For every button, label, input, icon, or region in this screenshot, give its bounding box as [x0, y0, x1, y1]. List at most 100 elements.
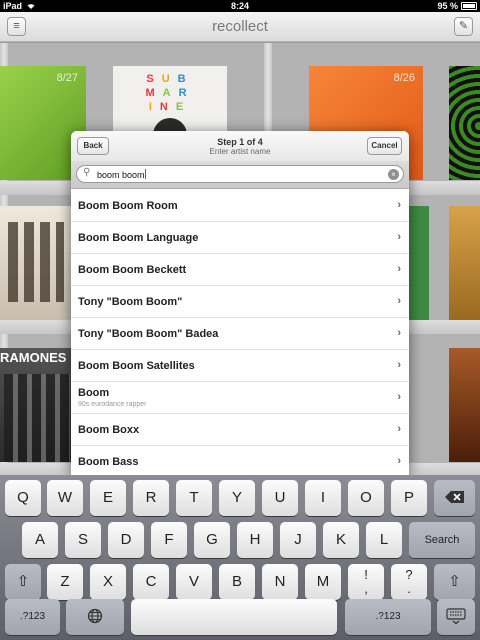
key-o[interactable]: O	[348, 480, 384, 516]
shift-icon: ⇧	[16, 573, 30, 590]
key-u[interactable]: U	[262, 480, 298, 516]
chevron-right-icon: ›	[397, 263, 401, 275]
numbers-key-right[interactable]: .?123	[345, 599, 431, 635]
artist-description: 90s eurodance rapper	[78, 401, 147, 408]
search-key[interactable]: Search	[409, 522, 475, 558]
cover-date: 8/27	[56, 72, 78, 84]
chevron-right-icon: ›	[397, 295, 401, 307]
band-figures	[4, 374, 70, 462]
key-r[interactable]: R	[133, 480, 169, 516]
chevron-right-icon: ›	[397, 327, 401, 339]
list-item[interactable]: Boom Boom Beckett ›	[71, 254, 409, 286]
space-key[interactable]	[131, 599, 337, 635]
list-item[interactable]: Tony "Boom Boom" ›	[71, 286, 409, 318]
artist-search-popover: Back Step 1 of 4 Enter artist name Cance…	[71, 131, 409, 475]
album-cover[interactable]	[409, 206, 429, 320]
key-f[interactable]: F	[151, 522, 187, 558]
key-t[interactable]: T	[176, 480, 212, 516]
app-title: recollect	[212, 18, 268, 35]
list-item[interactable]: Boom Boom Room ›	[71, 190, 409, 222]
compose-button[interactable]: ✎	[454, 17, 473, 36]
shift-icon: ⇧	[448, 573, 461, 590]
list-item[interactable]: Boom 90s eurodance rapper ›	[71, 382, 409, 414]
backspace-icon	[444, 491, 464, 503]
clock: 8:24	[230, 1, 249, 11]
album-cover[interactable]: RAMONES	[0, 348, 72, 462]
key-b[interactable]: B	[219, 564, 255, 600]
backspace-key[interactable]	[434, 480, 475, 516]
search-input[interactable]: ⚲ boom boom ×	[76, 165, 404, 183]
step-subtitle: Enter artist name	[209, 147, 271, 156]
artist-name: Boom	[78, 387, 110, 399]
album-cover[interactable]	[449, 348, 480, 462]
list-item[interactable]: Boom Boom Satellites ›	[71, 350, 409, 382]
search-value: boom boom	[97, 170, 145, 180]
text-cursor	[144, 169, 146, 179]
key-d[interactable]: D	[108, 522, 144, 558]
search-icon: ⚲	[83, 167, 91, 178]
album-cover[interactable]	[449, 66, 480, 180]
artist-name: Boom Boom Room	[78, 200, 178, 212]
key-y[interactable]: Y	[219, 480, 255, 516]
key-z[interactable]: Z	[47, 564, 83, 600]
chevron-right-icon: ›	[397, 455, 401, 467]
artist-name: Boom Boom Satellites	[78, 360, 195, 372]
list-item[interactable]: Boom Boom Language ›	[71, 222, 409, 254]
list-item[interactable]: Boom Boxx ›	[71, 414, 409, 446]
compose-icon: ✎	[458, 20, 469, 32]
artist-name: Boom Bass	[78, 456, 139, 468]
list-item[interactable]: Tony "Boom Boom" Badea ›	[71, 318, 409, 350]
key-p[interactable]: P	[391, 480, 427, 516]
list-item[interactable]: Boom Bass ›	[71, 446, 409, 475]
key-j[interactable]: J	[280, 522, 316, 558]
cover-date: 8/26	[393, 72, 415, 84]
key-g[interactable]: G	[194, 522, 230, 558]
key-v[interactable]: V	[176, 564, 212, 600]
artist-name: Tony "Boom Boom" Badea	[78, 328, 219, 340]
numbers-key[interactable]: .?123	[5, 599, 60, 635]
key-w[interactable]: W	[47, 480, 83, 516]
key-n[interactable]: N	[262, 564, 298, 600]
popover-header: Back Step 1 of 4 Enter artist name Cance…	[71, 131, 409, 161]
cancel-button[interactable]: Cancel	[367, 137, 402, 155]
album-cover[interactable]	[0, 206, 72, 320]
key-k[interactable]: K	[323, 522, 359, 558]
navigation-bar: ≡ recollect ✎	[0, 12, 480, 42]
key-l[interactable]: L	[366, 522, 402, 558]
chevron-right-icon: ›	[397, 231, 401, 243]
album-cover[interactable]	[449, 206, 480, 320]
keyboard-hide-icon	[446, 608, 466, 625]
key-s[interactable]: S	[65, 522, 101, 558]
step-title: Step 1 of 4	[217, 137, 263, 147]
shift-key-right[interactable]: ⇧	[434, 564, 475, 600]
artist-name: Boom Boom Language	[78, 232, 199, 244]
status-bar: iPad 8:24 95 %	[0, 0, 480, 12]
key-c[interactable]: C	[133, 564, 169, 600]
band-figures	[8, 222, 64, 302]
key-h[interactable]: H	[237, 522, 273, 558]
hide-keyboard-key[interactable]	[437, 599, 475, 635]
chevron-right-icon: ›	[397, 359, 401, 371]
key-question-period[interactable]: ? .	[391, 564, 427, 600]
key-i[interactable]: I	[305, 480, 341, 516]
globe-key[interactable]	[66, 599, 124, 635]
search-bar: ⚲ boom boom ×	[71, 161, 409, 189]
key-e[interactable]: E	[90, 480, 126, 516]
onscreen-keyboard: Q W E R T Y U I O P A S D F G H J K L Se…	[0, 475, 480, 640]
artist-name: Boom Boom Beckett	[78, 264, 187, 276]
key-a[interactable]: A	[22, 522, 58, 558]
artist-name: Boom Boxx	[78, 424, 140, 436]
battery-icon	[461, 2, 477, 10]
chevron-right-icon: ›	[397, 423, 401, 435]
key-exclaim-comma[interactable]: ! ,	[348, 564, 384, 600]
key-q[interactable]: Q	[5, 480, 41, 516]
chevron-right-icon: ›	[397, 199, 401, 211]
clear-icon[interactable]: ×	[388, 169, 399, 180]
key-x[interactable]: X	[90, 564, 126, 600]
results-list: Boom Boom Room › Boom Boom Language › Bo…	[71, 190, 409, 475]
chevron-right-icon: ›	[397, 391, 401, 403]
globe-icon	[87, 608, 103, 624]
key-m[interactable]: M	[305, 564, 341, 600]
artist-name: Tony "Boom Boom"	[78, 296, 183, 308]
shift-key[interactable]: ⇧	[5, 564, 41, 600]
